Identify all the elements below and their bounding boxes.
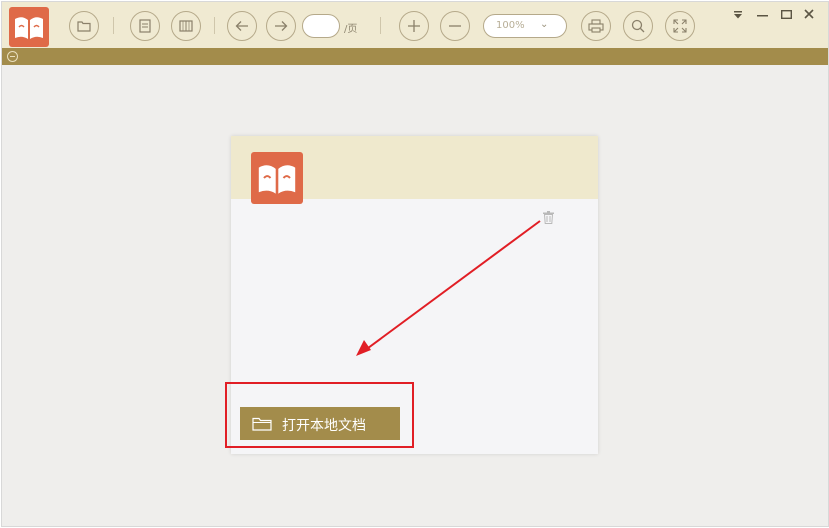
annotation-arrow	[356, 220, 541, 356]
app-window: /页 100% ⌄ 打开本地文档	[1, 1, 829, 527]
